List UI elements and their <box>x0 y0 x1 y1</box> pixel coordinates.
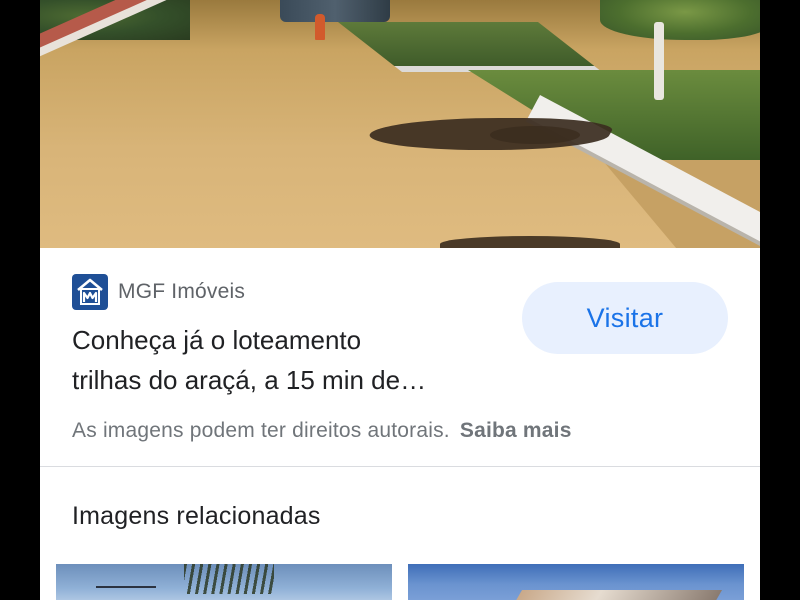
related-images-heading: Imagens relacionadas <box>72 502 321 530</box>
image-viewer-panel: MGF Imóveis Conheça já o loteamento tril… <box>40 0 760 600</box>
main-image[interactable] <box>40 0 760 248</box>
copyright-text: As imagens podem ter direitos autorais. <box>72 419 450 442</box>
copyright-notice: As imagens podem ter direitos autorais. … <box>72 419 572 443</box>
result-title-line-2: trilhas do araçá, a 15 min de… <box>72 365 427 395</box>
result-title[interactable]: Conheça já o loteamento trilhas do araçá… <box>72 320 492 400</box>
related-image-thumbnail[interactable] <box>56 564 392 600</box>
divider <box>40 466 760 467</box>
site-name[interactable]: MGF Imóveis <box>118 280 245 304</box>
visit-button[interactable]: Visitar <box>522 282 728 354</box>
result-title-line-1: Conheça já o loteamento <box>72 325 362 355</box>
learn-more-link[interactable]: Saiba mais <box>460 419 572 442</box>
source-row[interactable]: MGF Imóveis <box>72 274 245 310</box>
related-image-thumbnail[interactable] <box>408 564 744 600</box>
house-m-logo-icon <box>72 274 108 310</box>
